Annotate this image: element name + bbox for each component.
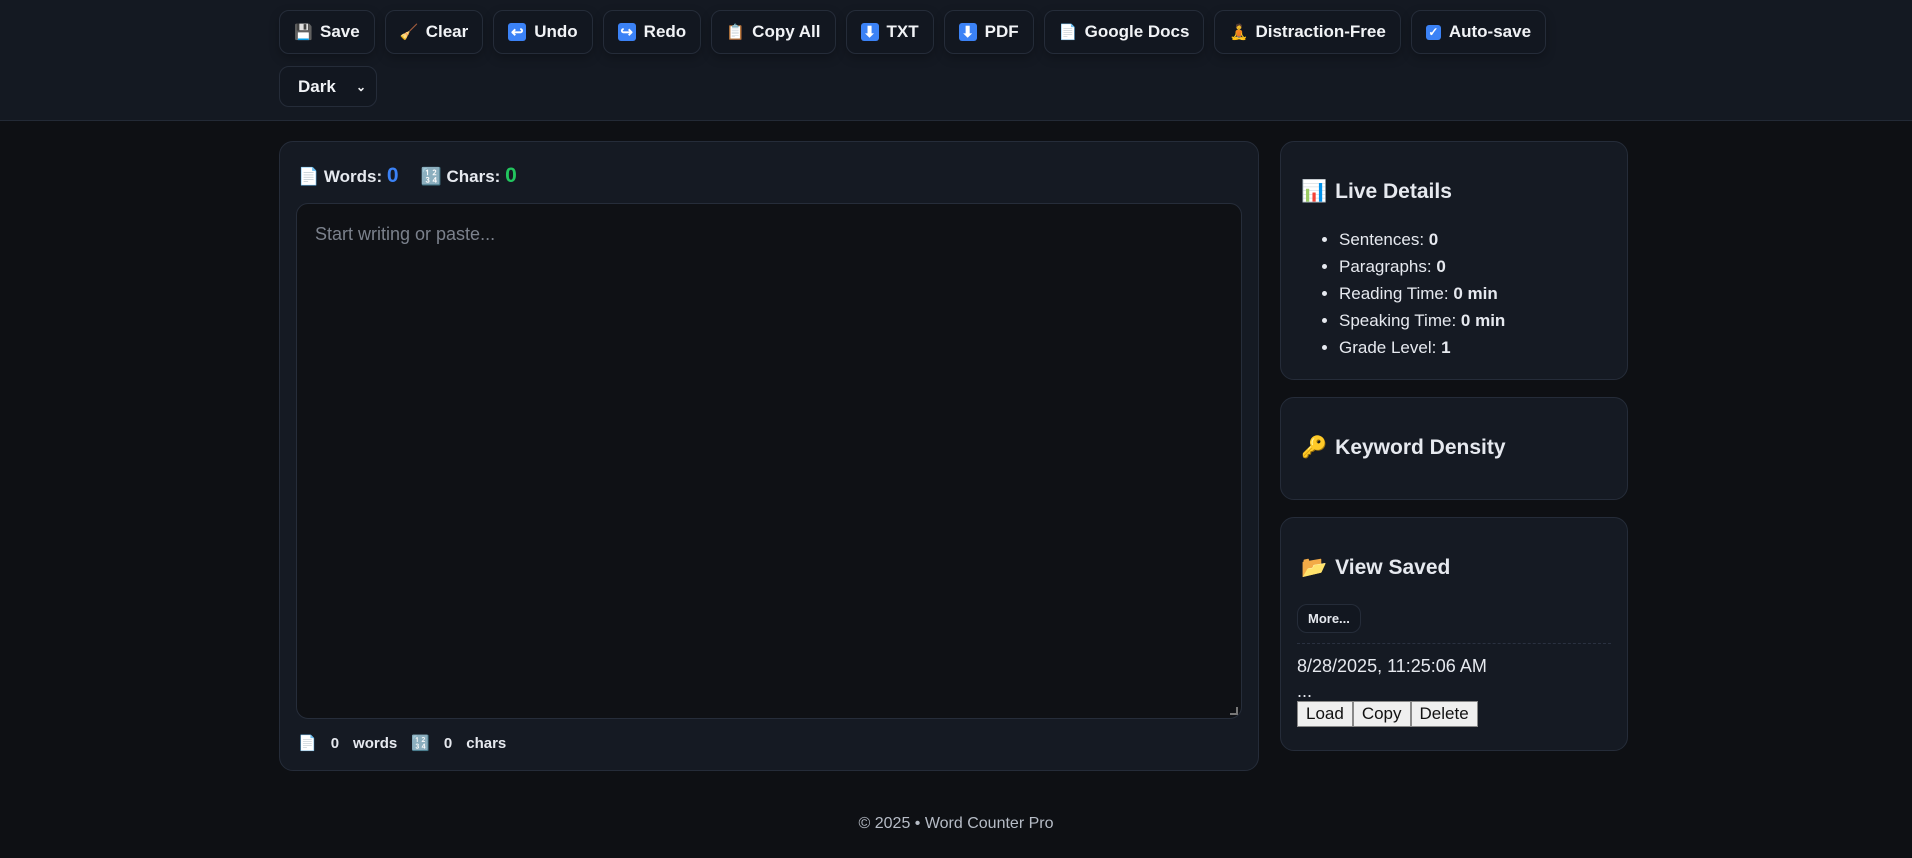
clear-label: Clear (425, 22, 469, 41)
bottom-chars-label: chars (466, 734, 507, 752)
download-arrow-icon: ⬇ (958, 23, 977, 41)
saved-timestamp: 8/28/2025, 11:25:06 AM (1297, 656, 1487, 676)
meditation-icon: 🧘 (1229, 24, 1249, 41)
copy-all-button[interactable]: 📋 Copy All (711, 10, 836, 54)
word-count: 📄 Words: 0 (298, 164, 399, 188)
keyword-density-card: 🔑 Keyword Density (1280, 397, 1628, 500)
live-details-list: Sentences: 0 Paragraphs: 0 Reading Time:… (1339, 226, 1607, 361)
document-icon: 📄 (298, 167, 320, 186)
chevron-down-icon: ⌄ (355, 79, 366, 94)
redo-button[interactable]: ↪ Redo (602, 10, 702, 54)
undo-label: Undo (534, 22, 578, 41)
document-icon: 📄 (298, 735, 317, 752)
auto-save-label: Auto-save (1448, 22, 1532, 41)
view-saved-title-text: View Saved (1335, 556, 1451, 579)
live-details-title-text: Live Details (1335, 180, 1452, 203)
delete-button[interactable]: Delete (1410, 701, 1478, 727)
editor-stats: 📄 Words: 0 🔢 Chars: 0 (298, 164, 517, 188)
live-details-card: 📊 Live Details Sentences: 0 Paragraphs: 0… (1280, 141, 1628, 380)
view-saved-title: 📂 View Saved (1297, 556, 1611, 580)
bottom-words-label: words (353, 734, 398, 752)
pdf-label: PDF (984, 22, 1019, 41)
toolbar: 💾 Save 🧹 Clear ↩ Undo ↪ Redo 📋 Copy All ⬇ TXT … (279, 10, 1579, 54)
bottom-words-value: 0 (330, 734, 340, 752)
divider (1297, 643, 1611, 644)
numbers-icon: 🔢 (411, 735, 430, 752)
theme-select[interactable]: Dark ⌄ (279, 66, 377, 107)
document-icon: 📄 (1058, 24, 1078, 41)
key-icon: 🔑 (1301, 436, 1328, 459)
live-details-title: 📊 Live Details (1301, 180, 1607, 204)
saved-actions: Load Copy Delete (1297, 701, 1611, 727)
download-txt-button[interactable]: ⬇ TXT (845, 10, 934, 54)
header: 💾 Save 🧹 Clear ↩ Undo ↪ Redo 📋 Copy All ⬇ TXT … (0, 0, 1912, 121)
google-docs-label: Google Docs (1084, 22, 1190, 41)
bottom-stats: 📄 0 words 🔢 0 chars (298, 734, 507, 753)
distraction-free-label: Distraction-Free (1255, 22, 1386, 41)
more-button[interactable]: More... (1297, 604, 1361, 633)
chars-value: 0 (505, 164, 517, 187)
text-editor[interactable]: Start writing or paste... (296, 203, 1242, 719)
google-docs-button[interactable]: 📄 Google Docs (1043, 10, 1205, 54)
editor-placeholder: Start writing or paste... (315, 224, 496, 244)
list-item: Speaking Time: 0 min (1339, 307, 1607, 334)
bottom-chars-value: 0 (443, 734, 453, 752)
list-item: Sentences: 0 (1339, 226, 1607, 253)
list-item: Reading Time: 0 min (1339, 280, 1607, 307)
clear-button[interactable]: 🧹 Clear (384, 10, 484, 54)
floppy-disk-icon: 💾 (294, 24, 313, 41)
auto-save-toggle[interactable]: ✓ Auto-save (1410, 10, 1547, 54)
keyword-density-title-text: Keyword Density (1335, 436, 1506, 459)
char-count: 🔢 Chars: 0 (421, 164, 517, 188)
view-saved-card: 📂 View Saved More... 8/28/2025, 11:25:06 … (1280, 517, 1628, 751)
words-value: 0 (386, 164, 399, 187)
download-arrow-icon: ⬇ (860, 23, 879, 41)
clipboard-icon: 📋 (726, 24, 745, 41)
distraction-free-button[interactable]: 🧘 Distraction-Free (1214, 10, 1401, 54)
undo-icon: ↩ (508, 23, 527, 41)
numbers-icon: 🔢 (420, 167, 442, 186)
copy-all-label: Copy All (752, 22, 821, 41)
footer: © 2025 • Word Counter Pro (858, 815, 1054, 832)
save-label: Save (320, 22, 360, 41)
resize-handle[interactable] (1230, 707, 1238, 715)
copy-button[interactable]: Copy (1352, 701, 1411, 727)
undo-button[interactable]: ↩ Undo (493, 10, 593, 54)
txt-label: TXT (886, 22, 919, 41)
load-button[interactable]: Load (1297, 701, 1353, 727)
checkbox-icon: ✓ (1425, 24, 1441, 40)
redo-label: Redo (643, 22, 687, 41)
save-button[interactable]: 💾 Save (279, 10, 375, 54)
chars-label: Chars: (446, 167, 501, 186)
list-item: Paragraphs: 0 (1339, 253, 1607, 280)
saved-preview: ... (1297, 681, 1313, 701)
words-label: Words: (323, 167, 383, 186)
broom-icon: 🧹 (399, 24, 419, 41)
bar-chart-icon: 📊 (1301, 180, 1328, 203)
theme-select-value: Dark (298, 76, 336, 96)
list-item: Grade Level: 1 (1339, 334, 1607, 361)
editor-card: 📄 Words: 0 🔢 Chars: 0 Start writing or p… (279, 141, 1259, 771)
keyword-density-title: 🔑 Keyword Density (1301, 436, 1607, 460)
download-pdf-button[interactable]: ⬇ PDF (943, 10, 1034, 54)
redo-icon: ↪ (617, 23, 636, 41)
folder-icon: 📂 (1301, 556, 1328, 579)
